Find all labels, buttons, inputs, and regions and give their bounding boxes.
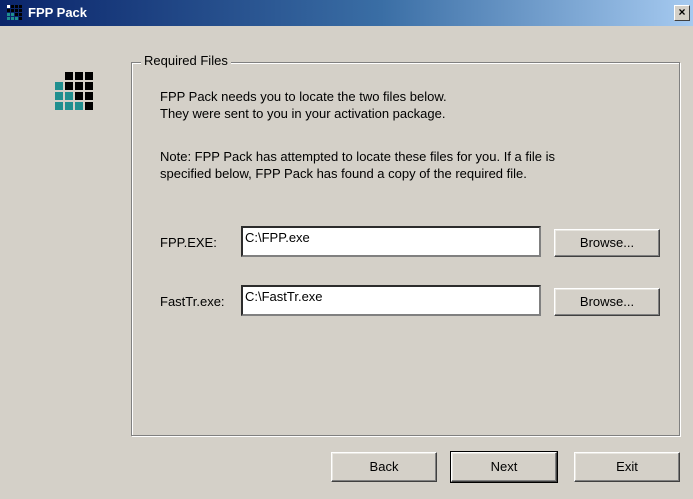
note-line-2: specified below, FPP Pack has found a co…: [160, 166, 527, 181]
next-button[interactable]: Next: [450, 451, 558, 483]
fpp-exe-field[interactable]: C:\FPP.exe: [241, 226, 541, 257]
fpp-pack-dialog: FPP Pack × Required Files FPP Pack needs…: [0, 0, 693, 499]
browse-fpp-button[interactable]: Browse...: [554, 229, 660, 257]
fasttr-exe-label: FastTr.exe:: [160, 294, 225, 309]
browse-fasttr-button[interactable]: Browse...: [554, 288, 660, 316]
fpp-grid-icon: [7, 5, 23, 21]
fasttr-exe-field[interactable]: C:\FastTr.exe: [241, 285, 541, 316]
intro-line-2: They were sent to you in your activation…: [160, 106, 446, 121]
close-icon[interactable]: ×: [674, 5, 690, 21]
note-line-1: Note: FPP Pack has attempted to locate t…: [160, 149, 556, 164]
fpp-exe-label: FPP.EXE:: [160, 235, 217, 250]
group-legend: Required Files: [141, 53, 231, 68]
window-title: FPP Pack: [28, 5, 88, 20]
fpp-logo: [55, 72, 94, 111]
back-button[interactable]: Back: [331, 452, 437, 482]
title-bar: FPP Pack ×: [0, 0, 693, 26]
intro-line-1: FPP Pack needs you to locate the two fil…: [160, 89, 447, 104]
exit-button[interactable]: Exit: [574, 452, 680, 482]
